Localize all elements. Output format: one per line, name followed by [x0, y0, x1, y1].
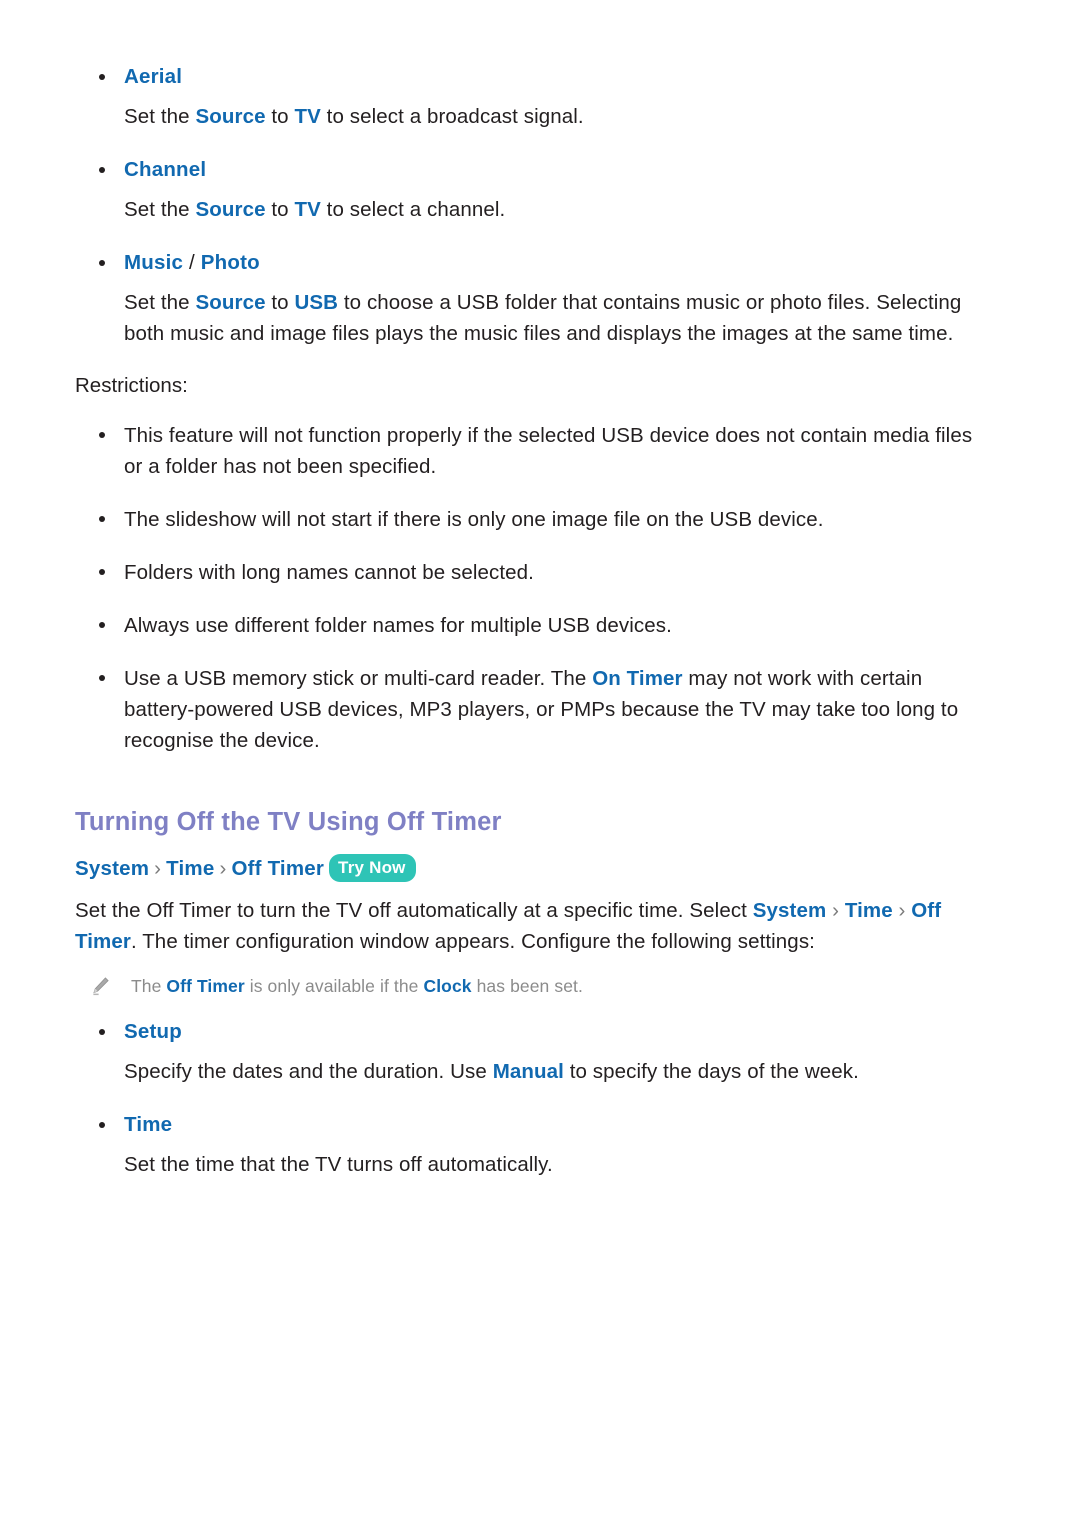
source-link[interactable]: Source: [195, 105, 265, 128]
list-item: This feature will not function properly …: [75, 420, 995, 482]
note-row: The Off Timer is only available if the C…: [75, 973, 995, 999]
note-text-mid: is only available if the: [244, 976, 424, 996]
breadcrumb-item-off-timer[interactable]: Off Timer: [231, 857, 324, 880]
intro-text-prefix: Set the Off Timer to turn the TV off aut…: [75, 899, 753, 922]
music-link[interactable]: Music: [124, 251, 183, 274]
bullet-dot-icon: [99, 675, 105, 681]
bullet-dot-icon: [99, 516, 105, 522]
label-separator: /: [183, 251, 201, 274]
desc-text-suffix: to select a broadcast signal.: [320, 105, 584, 128]
list-item-label: Aerial: [124, 65, 183, 88]
list-item-setup: Setup: [75, 1017, 995, 1047]
try-now-badge[interactable]: Try Now: [329, 854, 416, 882]
breadcrumb-item-system[interactable]: System: [75, 857, 149, 880]
time-link[interactable]: Time: [845, 899, 893, 922]
document-page: Aerial Set the Source to TV to select a …: [0, 0, 1080, 1527]
desc-text-mid: to: [265, 198, 295, 221]
list-item: Always use different folder names for mu…: [75, 610, 995, 641]
clock-link[interactable]: Clock: [423, 976, 471, 996]
note-text-prefix: The: [131, 976, 167, 996]
off-timer-link[interactable]: Off Timer: [166, 976, 244, 996]
photo-link[interactable]: Photo: [201, 251, 260, 274]
bullet-dot-icon: [99, 74, 105, 80]
on-timer-link[interactable]: On Timer: [592, 667, 682, 690]
manual-link[interactable]: Manual: [493, 1060, 564, 1083]
restriction-text: This feature will not function properly …: [124, 424, 973, 478]
tv-link[interactable]: TV: [294, 198, 320, 221]
list-item-channel: Channel: [75, 155, 995, 185]
list-item-aerial: Aerial: [75, 62, 995, 92]
source-link[interactable]: Source: [195, 198, 265, 221]
list-item-description: Set the time that the TV turns off autom…: [75, 1149, 995, 1180]
page-title: Turning Off the TV Using Off Timer: [75, 808, 502, 836]
bullet-dot-icon: [99, 260, 105, 266]
source-link[interactable]: Source: [195, 291, 265, 314]
chevron-right-icon: ›: [219, 857, 227, 880]
list-item-description: Specify the dates and the duration. Use …: [75, 1056, 995, 1087]
desc-text-mid: to: [265, 291, 295, 314]
pencil-icon: [89, 975, 111, 997]
list-item-description: Set the Source to USB to choose a USB fo…: [75, 287, 995, 349]
desc-text-suffix: to select a channel.: [320, 198, 506, 221]
chevron-right-icon: ›: [154, 857, 162, 880]
list-item: Folders with long names cannot be select…: [75, 557, 995, 588]
desc-text-mid: to: [265, 105, 295, 128]
bullet-dot-icon: [99, 167, 105, 173]
bullet-dot-icon: [99, 1029, 105, 1035]
list-item: The slideshow will not start if there is…: [75, 504, 995, 535]
list-item-label: Music / Photo: [124, 248, 995, 278]
bullet-dot-icon: [99, 569, 105, 575]
intro-paragraph: Set the Off Timer to turn the TV off aut…: [75, 895, 975, 957]
desc-text-prefix: Set the: [124, 291, 196, 314]
note-text-suffix: has been set.: [471, 976, 583, 996]
desc-text-prefix: Specify the dates and the duration. Use: [124, 1060, 493, 1083]
list-item-description: Set the Source to TV to select a broadca…: [75, 101, 995, 132]
restriction-text-prefix: Use a USB memory stick or multi-card rea…: [124, 667, 593, 690]
list-item-label: Time: [124, 1113, 173, 1136]
desc-text-prefix: Set the: [124, 105, 196, 128]
tv-link[interactable]: TV: [294, 105, 320, 128]
list-item-usb-note: Use a USB memory stick or multi-card rea…: [75, 663, 995, 756]
restriction-text: Always use different folder names for mu…: [124, 614, 672, 637]
desc-text-suffix: to specify the days of the week.: [563, 1060, 859, 1083]
restrictions-title: Restrictions:: [75, 374, 188, 397]
desc-text-prefix: Set the: [124, 198, 196, 221]
restriction-text: The slideshow will not start if there is…: [124, 508, 824, 531]
list-item-description: Set the Source to TV to select a channel…: [75, 194, 995, 225]
usb-link[interactable]: USB: [294, 291, 338, 314]
list-item-time: Time: [75, 1110, 995, 1140]
restriction-text: Folders with long names cannot be select…: [124, 561, 534, 584]
list-item-label: Setup: [124, 1020, 182, 1043]
breadcrumb: System › Time › Off Timer Try Now: [75, 854, 995, 884]
list-item-music-photo: Music / Photo: [75, 248, 995, 278]
breadcrumb-item-time[interactable]: Time: [166, 857, 214, 880]
chevron-right-icon: ›: [832, 899, 840, 922]
system-link[interactable]: System: [753, 899, 827, 922]
bullet-dot-icon: [99, 1122, 105, 1128]
intro-text-suffix: . The timer configuration window appears…: [130, 930, 815, 953]
list-item-label: Channel: [124, 158, 207, 181]
bullet-dot-icon: [99, 622, 105, 628]
desc-text-prefix: Set the time that the TV turns off autom…: [124, 1153, 553, 1176]
bullet-dot-icon: [99, 432, 105, 438]
